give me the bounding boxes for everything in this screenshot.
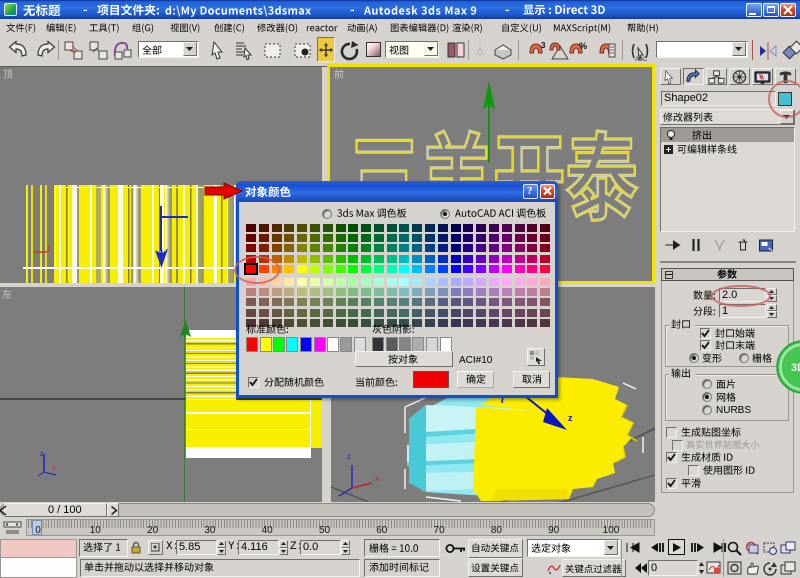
svg-text:ABC: ABC: [635, 57, 648, 62]
svg-text:3D: 3D: [791, 362, 800, 374]
svg-text:x: x: [52, 465, 56, 472]
svg-text:x: x: [47, 244, 51, 251]
svg-text:z: z: [347, 452, 351, 461]
svg-text:3: 3: [541, 41, 546, 50]
svg-text:x: x: [375, 474, 379, 483]
svg-text:%: %: [579, 41, 587, 51]
svg-text:z: z: [568, 413, 573, 423]
svg-text:z: z: [40, 451, 44, 458]
